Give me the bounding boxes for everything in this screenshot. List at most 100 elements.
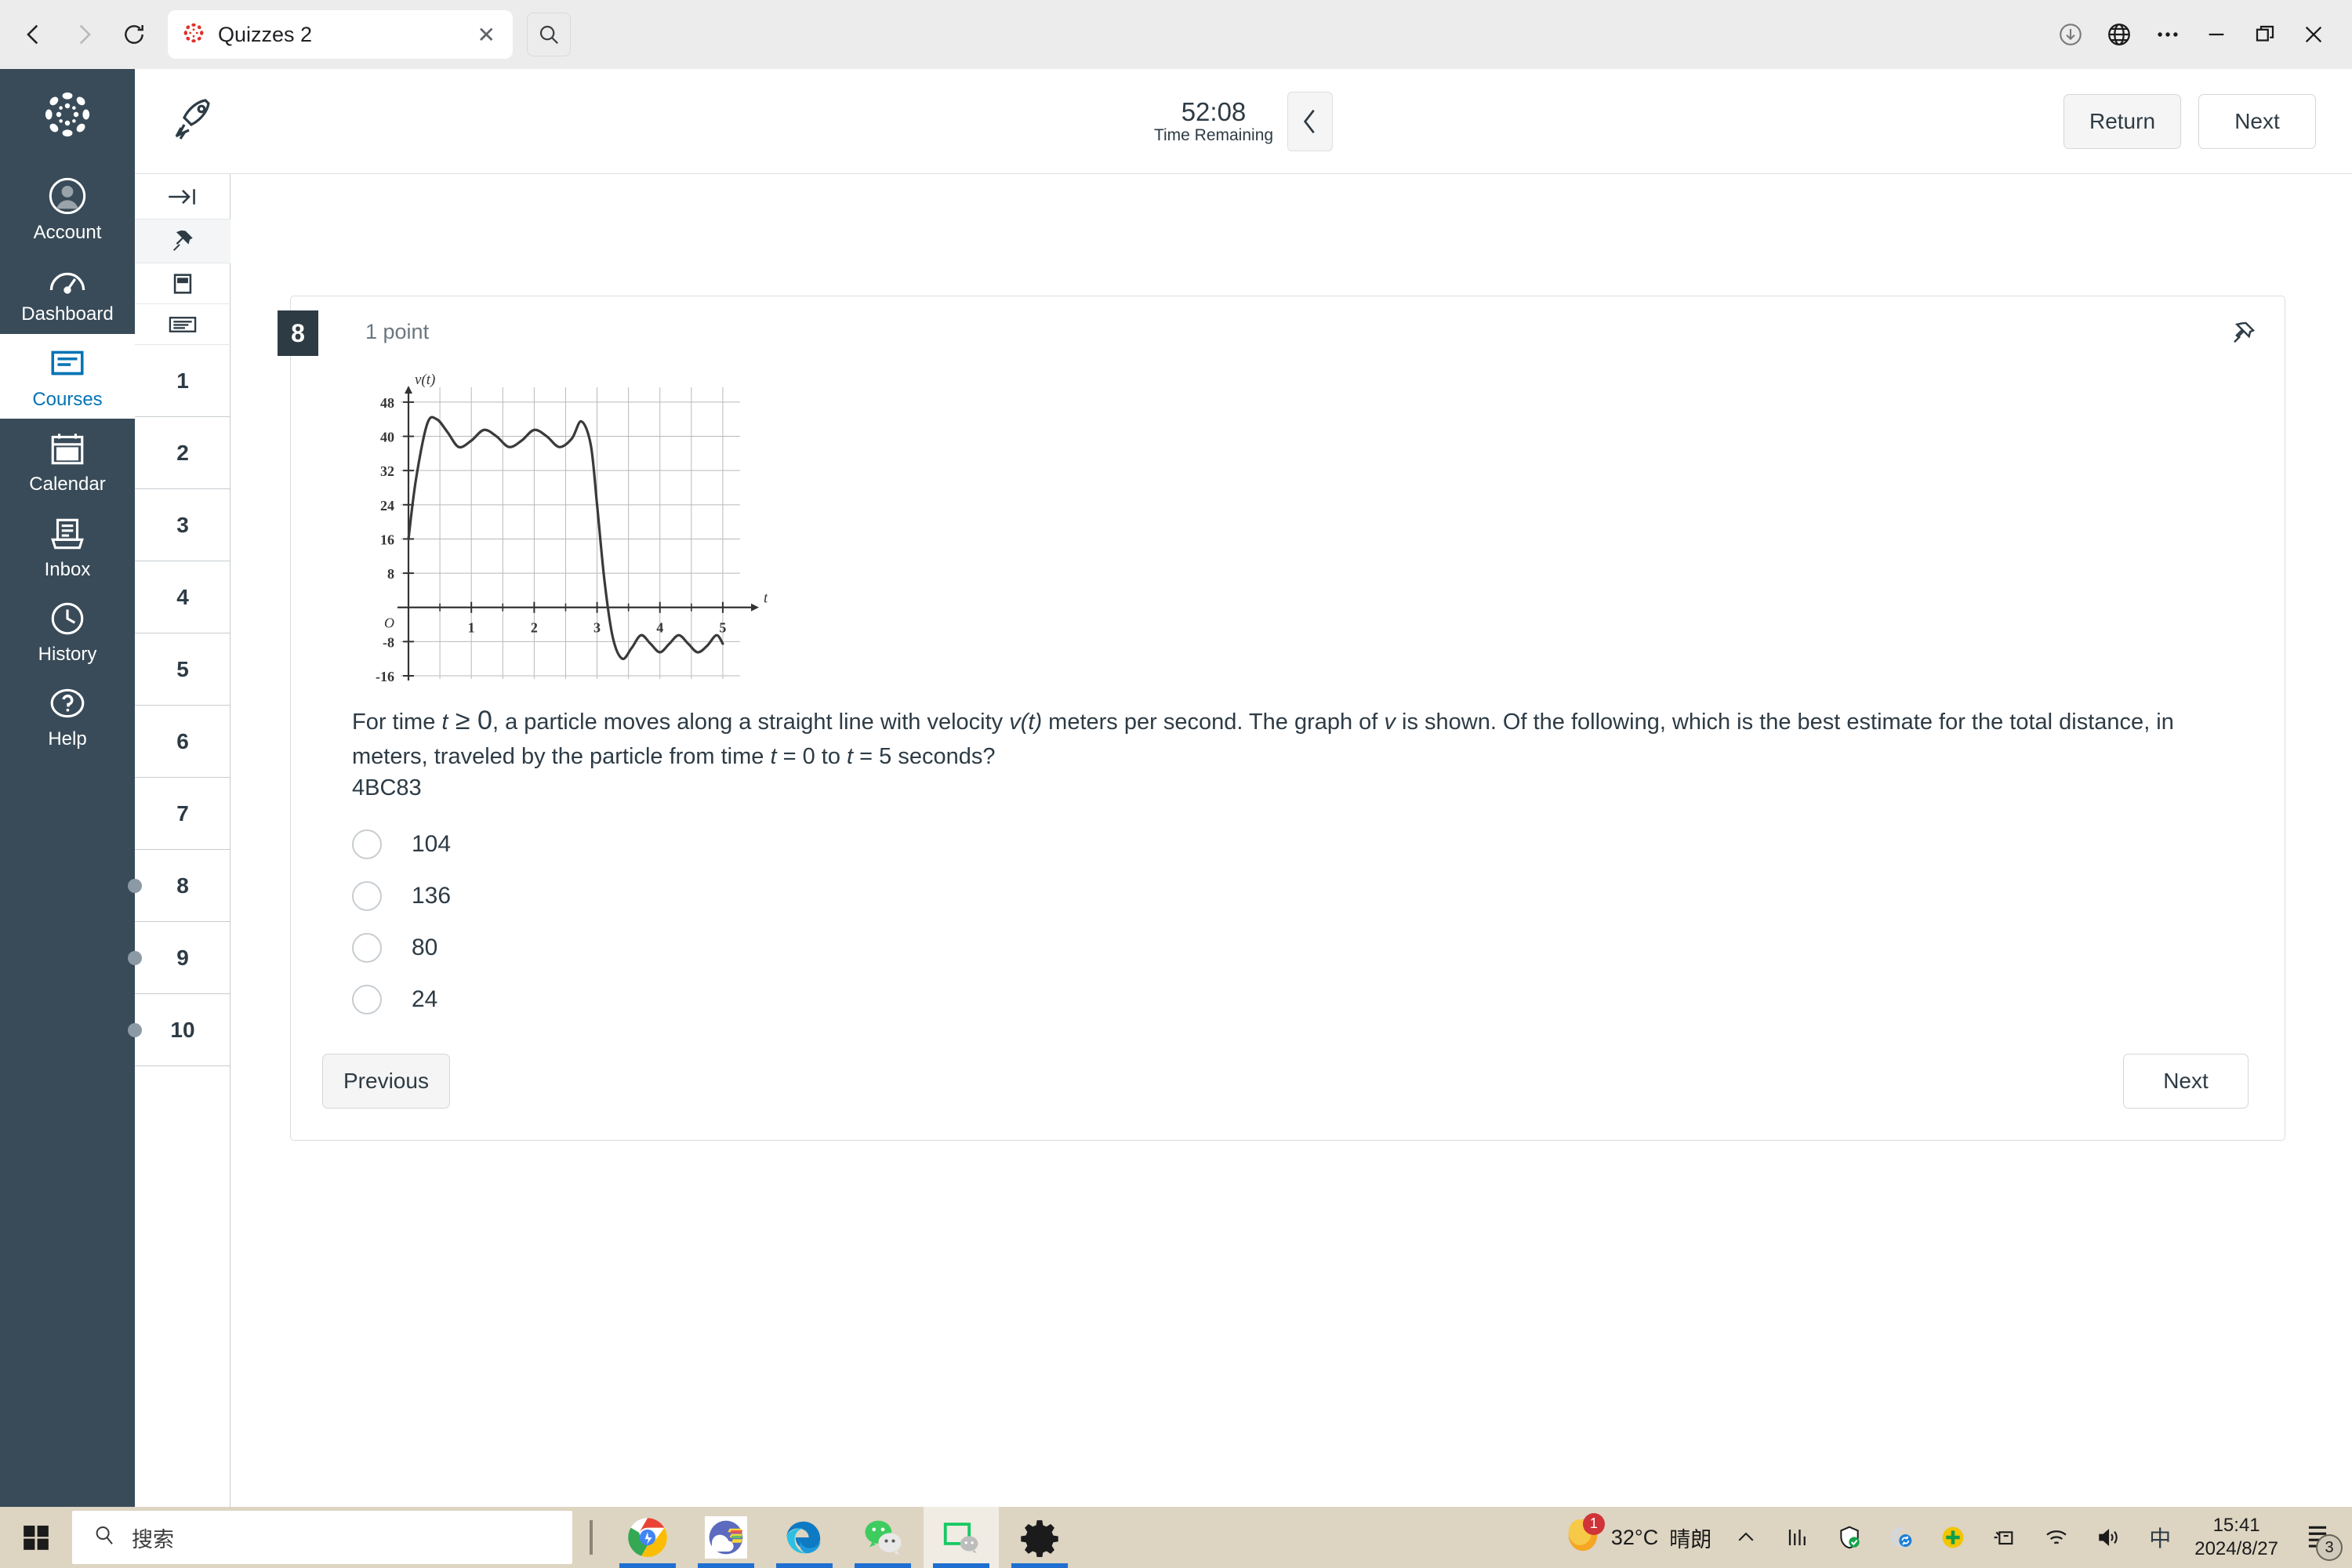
timer-collapse-button[interactable] [1287, 91, 1334, 151]
answer-radio[interactable] [352, 829, 382, 860]
sync-icon[interactable] [1884, 1519, 1918, 1555]
maximize-button[interactable] [2241, 10, 2289, 59]
answer-label: 24 [412, 986, 438, 1013]
usb-device-icon[interactable] [1987, 1519, 2022, 1555]
navigator-question-number: 10 [170, 1017, 195, 1042]
navigator-question-2[interactable]: 2 [135, 417, 230, 489]
globe-button[interactable] [2095, 10, 2143, 59]
back-button[interactable] [11, 12, 56, 57]
navigator-question-4[interactable]: 4 [135, 561, 230, 633]
clock-icon [48, 599, 87, 642]
browser-tab[interactable]: Quizzes 2 ✕ [168, 10, 513, 59]
help-icon [48, 684, 87, 727]
svg-text:-16: -16 [376, 669, 394, 684]
answer-label: 104 [412, 831, 452, 858]
taskbar-divider [590, 1520, 593, 1555]
navigator-question-number: 8 [176, 873, 189, 898]
navigator-question-7[interactable]: 7 [135, 778, 230, 850]
answer-radio[interactable] [352, 933, 382, 964]
inbox-icon [48, 514, 87, 557]
taskbar-app-settings[interactable] [1002, 1507, 1077, 1568]
network-monitor-icon[interactable] [1780, 1519, 1815, 1555]
navigator-list-button[interactable] [135, 304, 230, 345]
navigator-expand-button[interactable] [135, 174, 230, 220]
taskbar-app-green-chat[interactable] [924, 1507, 999, 1568]
forward-button[interactable] [61, 12, 107, 57]
browser-chrome: Quizzes 2 ✕ [0, 0, 2352, 69]
tab-close-icon[interactable]: ✕ [473, 22, 500, 48]
notification-center-button[interactable]: 3 [2296, 1515, 2343, 1561]
navigator-question-number: 1 [176, 368, 189, 393]
navigator-question-number: 6 [176, 728, 189, 753]
canvas-logo[interactable] [38, 85, 97, 148]
question-header: 8 1 point [278, 296, 2285, 356]
sidebar-item-label: Inbox [44, 558, 91, 580]
security-shield-icon[interactable] [1832, 1519, 1867, 1555]
navigator-pin-button[interactable] [135, 220, 230, 263]
navigator-item-list: 1 2 3 4 5 6 7 8 9 10 [128, 345, 230, 1066]
answer-option-1[interactable]: 136 [352, 870, 2223, 922]
velocity-graph: -16 -8 O 8 16 24 32 40 48 1 2 3 4 5 v(t) t [352, 362, 768, 695]
navigator-question-6[interactable]: 6 [135, 706, 230, 778]
answer-radio[interactable] [352, 881, 382, 912]
windows-taskbar: 搜索 1 32°C 晴朗 中 15:41 2024/8/27 3 [0, 1507, 2352, 1568]
chevron-up-icon[interactable] [1729, 1519, 1763, 1555]
taskbar-search-box[interactable]: 搜索 [72, 1511, 572, 1564]
answer-radio[interactable] [352, 985, 382, 1015]
answer-option-2[interactable]: 80 [352, 922, 2223, 974]
taskbar-app-weather[interactable] [688, 1507, 764, 1568]
svg-text:8: 8 [387, 566, 394, 582]
minimize-button[interactable] [2192, 10, 2241, 59]
navigator-question-number: 5 [176, 656, 189, 681]
taskbar-app-edge[interactable] [767, 1507, 842, 1568]
weather-description: 晴朗 [1669, 1527, 1712, 1552]
navigator-question-3[interactable]: 3 [135, 489, 230, 561]
navigator-question-marker [128, 950, 142, 965]
question-number-badge: 8 [278, 310, 318, 356]
header-next-button[interactable]: Next [2198, 93, 2316, 149]
ime-icon[interactable]: 中 [2143, 1519, 2177, 1555]
taskbar-app-chrome[interactable] [610, 1507, 685, 1568]
sidebar-item-help[interactable]: Help [0, 673, 135, 758]
navigator-question-5[interactable]: 5 [135, 633, 230, 706]
volume-icon[interactable] [2091, 1519, 2125, 1555]
reload-button[interactable] [111, 12, 157, 57]
timer-label: Time Remaining [1153, 126, 1274, 145]
tray-clock[interactable]: 15:41 2024/8/27 [2194, 1514, 2278, 1561]
velocity-chart-svg: -16 -8 O 8 16 24 32 40 48 1 2 3 4 5 v(t) t [352, 362, 768, 691]
taskbar-app-wechat[interactable] [845, 1507, 920, 1568]
wifi-icon[interactable] [2039, 1519, 2074, 1555]
close-button[interactable] [2289, 10, 2338, 59]
previous-button[interactable]: Previous [322, 1054, 450, 1109]
svg-text:O: O [384, 615, 394, 631]
quiz-header-buttons: Return Next [2063, 93, 2352, 149]
sidebar-item-label: Help [48, 728, 87, 750]
navigator-question-number: 9 [176, 945, 189, 970]
downloads-button[interactable] [2046, 10, 2095, 59]
answer-option-3[interactable]: 24 [352, 974, 2223, 1025]
question-pin-icon[interactable] [2230, 320, 2256, 350]
return-button[interactable]: Return [2063, 93, 2181, 149]
sidebar-item-courses[interactable]: Courses [0, 333, 135, 419]
navigator-flag-card-button[interactable] [135, 263, 230, 304]
tray-weather[interactable]: 1 32°C 晴朗 [1566, 1512, 1712, 1558]
sidebar-item-history[interactable]: History [0, 589, 135, 673]
navigator-question-8[interactable]: 8 [128, 850, 230, 922]
more-options-button[interactable] [2143, 10, 2192, 59]
navigator-question-9[interactable]: 9 [128, 922, 230, 994]
navigator-question-10[interactable]: 10 [128, 994, 230, 1066]
windows-start-icon[interactable] [0, 1507, 72, 1568]
tray-time: 15:41 [2212, 1515, 2260, 1536]
question-card: 8 1 point -16 -8 O 8 16 24 32 40 48 1 2 3 4 5 v(t) t Fo… [278, 296, 2285, 1142]
sidebar-item-dashboard[interactable]: Dashboard [0, 252, 135, 333]
taskbar-app-underline [619, 1563, 676, 1568]
sidebar-item-calendar[interactable]: Calendar [0, 419, 135, 503]
sidebar-item-inbox[interactable]: Inbox [0, 504, 135, 589]
answer-option-0[interactable]: 104 [352, 818, 2223, 870]
search-icon [93, 1523, 116, 1552]
navigator-question-1[interactable]: 1 [135, 345, 230, 417]
sidebar-item-account[interactable]: Account [0, 165, 135, 252]
card-next-button[interactable]: Next [2123, 1054, 2249, 1109]
tab-search-button[interactable] [527, 13, 571, 56]
plus-circle-icon[interactable] [1936, 1519, 1970, 1555]
